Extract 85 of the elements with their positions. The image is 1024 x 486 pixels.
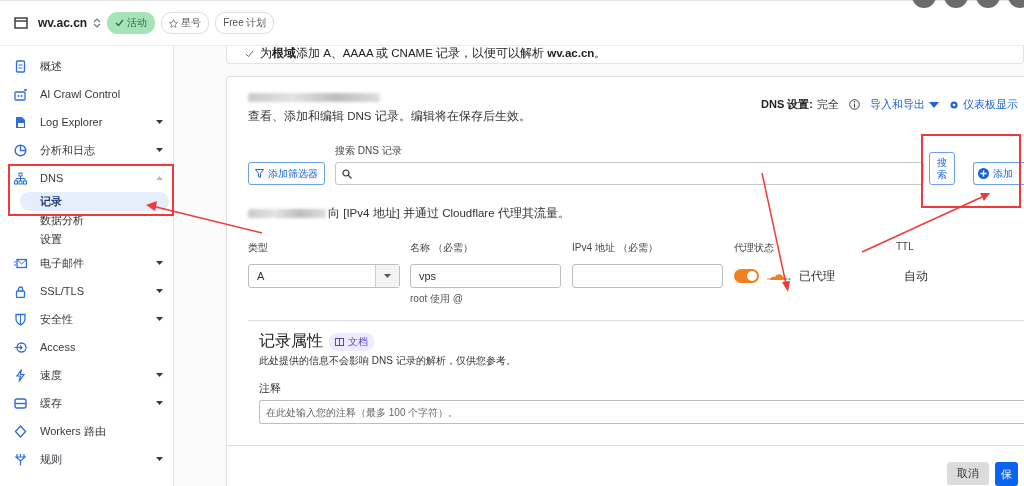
search-button[interactable]: 搜索 [929, 152, 955, 185]
sidebar-item[interactable]: 规则 [0, 445, 173, 473]
window-icon [14, 17, 28, 29]
robot-icon [14, 87, 27, 101]
field-label: TTL [896, 241, 915, 254]
storage-icon [14, 396, 27, 410]
add-filter-button[interactable]: 添加筛选器 [248, 162, 325, 185]
caret-down-icon [156, 120, 163, 124]
star-toggle[interactable]: 星号 [161, 12, 210, 34]
book-icon [335, 337, 344, 346]
search-icon [342, 168, 352, 179]
file-icon [14, 115, 27, 129]
dashboard-settings-link[interactable]: 仪表板显示 [949, 97, 1018, 112]
plus-icon [978, 168, 989, 179]
mail-icon [14, 256, 27, 270]
filter-icon [255, 169, 264, 178]
type-select[interactable]: A [248, 264, 400, 288]
domain-name: wv.ac.cn [38, 16, 88, 30]
sidebar-subitem[interactable]: 记录 [20, 192, 169, 211]
caret-down-icon [384, 274, 391, 278]
sidebar-item[interactable]: Log Explorer [0, 108, 173, 136]
field-label: 注释 [259, 382, 282, 396]
notice-text: 为根域添加 A、AAAA 或 CNAME 记录，以便可以解析 wv.ac.cn。 [260, 46, 607, 61]
section-description: 此处提供的信息不会影响 DNS 记录的解析，仅供您参考。 [259, 354, 517, 368]
proxy-status-text: 已代理 [799, 267, 835, 285]
fork-icon [14, 452, 27, 466]
plan-badge: Free 计划 [215, 12, 275, 34]
add-record-button[interactable]: 添加 [973, 162, 1024, 185]
star-icon [169, 18, 179, 28]
caret-down-icon [156, 457, 163, 461]
network-icon [14, 171, 27, 185]
caret-down-icon [156, 148, 163, 152]
field-label: 名称 （必需） [410, 241, 474, 255]
lightning-icon [14, 368, 27, 382]
field-label: 类型 [248, 241, 269, 255]
sidebar-subitem[interactable]: 数据分析 [20, 211, 169, 230]
sidebar-subitem[interactable]: 设置 [20, 230, 169, 249]
caret-down-icon [156, 289, 163, 293]
sidebar-item[interactable]: 分析和日志 [0, 136, 173, 164]
import-export-menu[interactable]: 导入和导出 [870, 97, 939, 112]
status-badge: 活动 [107, 12, 156, 34]
sidebar-item[interactable]: AI Crawl Control [0, 80, 173, 108]
sign-in-icon [14, 340, 27, 354]
switcher-icon [93, 17, 102, 29]
comment-field[interactable]: 在此处输入您的注释（最多 100 个字符）。 [259, 400, 1024, 424]
sidebar-item[interactable]: 概述 [0, 52, 173, 80]
document-icon [14, 59, 27, 73]
caret-down-icon [156, 317, 163, 321]
field-help: root 使用 @ [410, 292, 464, 306]
caret-down-icon [156, 373, 163, 377]
field-label: 代理状态 [734, 241, 775, 255]
field-label: IPv4 地址 （必需） [572, 241, 659, 255]
lock-icon [14, 284, 27, 298]
search-label: 搜索 DNS 记录 [335, 144, 403, 158]
caret-down-icon [929, 101, 939, 108]
caret-up-icon [156, 176, 163, 180]
sidebar-item[interactable]: 电子邮件 [0, 249, 173, 277]
name-field[interactable]: vps [410, 264, 561, 288]
ttl-value: 自动 [903, 267, 929, 285]
ipv4-field[interactable] [572, 264, 723, 288]
caret-down-icon [156, 261, 163, 265]
cancel-button[interactable]: 取消 [947, 462, 989, 485]
section-title: 记录属性 [259, 331, 323, 351]
check-icon [115, 19, 125, 27]
dns-setup-status: DNS 设置: 完全 [761, 97, 839, 112]
panel-description: 查看、添加和编辑 DNS 记录。编辑将在保存后生效。 [248, 109, 532, 124]
docs-link[interactable]: 文档 [329, 332, 374, 351]
hint-text: 向 [IPv4 地址] 并通过 Cloudflare 代理其流量。 [328, 206, 570, 221]
sidebar-item[interactable]: DNS [0, 164, 173, 192]
sidebar-item[interactable]: Access [0, 333, 173, 361]
save-button[interactable]: 保 [995, 462, 1018, 486]
sidebar-item[interactable]: SSL/TLS [0, 277, 173, 305]
sidebar-item[interactable]: 安全性 [0, 305, 173, 333]
diamond-icon [14, 424, 27, 438]
sidebar-item[interactable]: 速度 [0, 361, 173, 389]
sidebar-item[interactable]: 缓存 [0, 389, 173, 417]
shield-icon [14, 312, 27, 326]
info-icon [849, 99, 860, 110]
caret-down-icon [156, 401, 163, 405]
cloud-icon [767, 271, 791, 281]
check-icon [245, 49, 254, 58]
pie-chart-icon [14, 143, 27, 157]
proxy-toggle[interactable] [734, 269, 759, 283]
search-field[interactable] [335, 162, 924, 185]
sidebar-item[interactable]: Workers 路由 [0, 417, 173, 445]
